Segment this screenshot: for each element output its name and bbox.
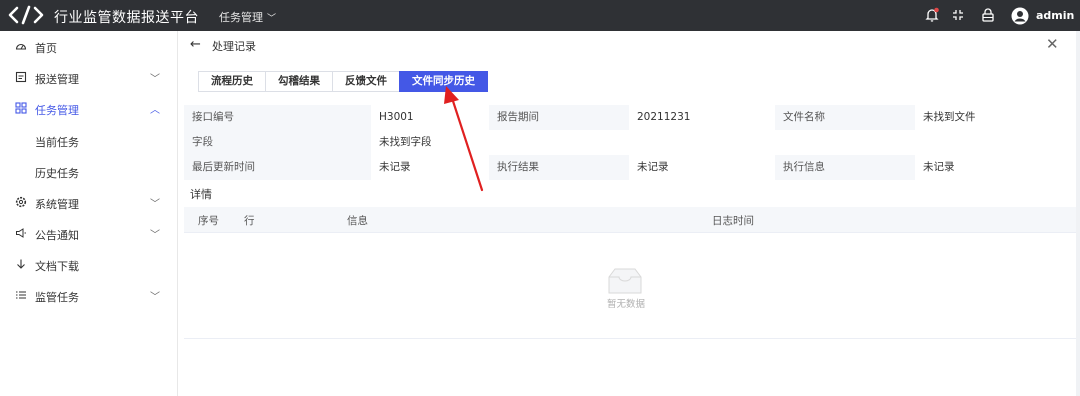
sidebar: 首页 报送管理 ﹀ 任务管理 ︿ 当前任务 历史任务 系统管理 ﹀ 公告通知 ﹀… (0, 31, 178, 396)
lock-icon[interactable] (980, 7, 996, 23)
megaphone-icon (16, 228, 26, 238)
gear-icon (15, 196, 27, 208)
chevron-down-icon: ﹀ (150, 199, 160, 210)
execution-result-value: 未记录 (629, 155, 775, 180)
info-row: 最后更新时间 未记录 执行结果 未记录 执行信息 未记录 (184, 155, 1076, 180)
annotation-arrow (444, 86, 484, 192)
field-label: 字段 (184, 130, 371, 155)
download-icon (17, 259, 25, 269)
grid-icon (15, 102, 27, 114)
chevron-down-icon: ﹀ (150, 230, 160, 241)
top-menu-label: 任务管理 (219, 11, 263, 24)
sidebar-item-announcements[interactable]: 公告通知 ﹀ (0, 219, 178, 249)
sidebar-item-home[interactable]: 首页 (0, 32, 178, 62)
empty-inbox-icon (608, 268, 642, 294)
chevron-up-icon: ︿ (150, 105, 160, 116)
execution-info-value: 未记录 (915, 155, 1076, 180)
close-icon[interactable]: ✕ (1046, 35, 1059, 53)
report-period-value: 20211231 (629, 105, 775, 130)
sidebar-item-label: 历史任务 (35, 167, 79, 180)
sidebar-item-label: 当前任务 (35, 136, 79, 149)
sidebar-subitem-current-tasks[interactable]: 当前任务 (0, 126, 178, 156)
log-table-header: 序号 行 信息 日志时间 (184, 207, 1076, 233)
document-icon (15, 71, 27, 83)
top-navigation-bar: 行业监管数据报送平台 任务管理 ﹀ admin (0, 0, 1080, 31)
sidebar-subitem-history-tasks[interactable]: 历史任务 (0, 157, 178, 187)
tab-check-results[interactable]: 勾稽结果 (265, 71, 333, 92)
sidebar-item-system-management[interactable]: 系统管理 ﹀ (0, 188, 178, 218)
sidebar-item-label: 任务管理 (35, 104, 79, 117)
file-name-value: 未找到文件 (915, 105, 1076, 130)
panel-title: 处理记录 (212, 40, 256, 53)
last-updated-label: 最后更新时间 (184, 155, 371, 180)
sidebar-item-document-download[interactable]: 文档下载 (0, 250, 178, 280)
code-logo-icon (8, 5, 44, 25)
sidebar-item-label: 监管任务 (35, 291, 79, 304)
user-name[interactable]: admin (1036, 9, 1074, 22)
report-period-label: 报告期间 (489, 105, 629, 130)
fullscreen-icon[interactable] (950, 7, 966, 23)
column-header-message: 信息 (347, 215, 368, 227)
execution-result-label: 执行结果 (489, 155, 629, 180)
execution-info-label: 执行信息 (775, 155, 915, 180)
column-header-log-time: 日志时间 (712, 215, 754, 227)
column-header-index: 序号 (198, 215, 219, 227)
dashboard-icon (15, 43, 27, 50)
bell-icon[interactable] (924, 7, 940, 23)
empty-state-text: 暂无数据 (606, 299, 645, 310)
sidebar-item-report-management[interactable]: 报送管理 ﹀ (0, 63, 178, 93)
chevron-down-icon: ﹀ (150, 292, 160, 303)
tab-process-history[interactable]: 流程历史 (198, 71, 266, 92)
sidebar-item-supervision-tasks[interactable]: 监管任务 ﹀ (0, 281, 178, 311)
sidebar-item-label: 系统管理 (35, 198, 79, 211)
back-arrow-icon[interactable]: ← (190, 37, 201, 52)
file-name-label: 文件名称 (775, 105, 915, 130)
info-row: 接口编号 H3001 报告期间 20211231 文件名称 未找到文件 (184, 105, 1076, 130)
list-icon (16, 291, 26, 299)
sidebar-item-label: 文档下载 (35, 260, 79, 273)
info-row: 字段 未找到字段 (184, 130, 1076, 155)
tab-feedback-files[interactable]: 反馈文件 (332, 71, 400, 92)
interface-code-label: 接口编号 (184, 105, 371, 130)
chevron-down-icon: ﹀ (267, 14, 277, 24)
user-avatar-icon[interactable] (1010, 7, 1030, 25)
chevron-down-icon: ﹀ (150, 74, 160, 85)
details-heading: 详情 (190, 188, 212, 201)
sidebar-item-label: 首页 (35, 42, 57, 55)
sidebar-item-label: 公告通知 (35, 229, 79, 242)
sidebar-item-task-management[interactable]: 任务管理 ︿ (0, 94, 178, 124)
table-divider (184, 338, 1076, 339)
column-header-row: 行 (244, 215, 255, 227)
app-title: 行业监管数据报送平台 (54, 10, 199, 26)
top-menu-task-management[interactable]: 任务管理 ﹀ (219, 9, 276, 25)
sidebar-item-label: 报送管理 (35, 73, 79, 86)
